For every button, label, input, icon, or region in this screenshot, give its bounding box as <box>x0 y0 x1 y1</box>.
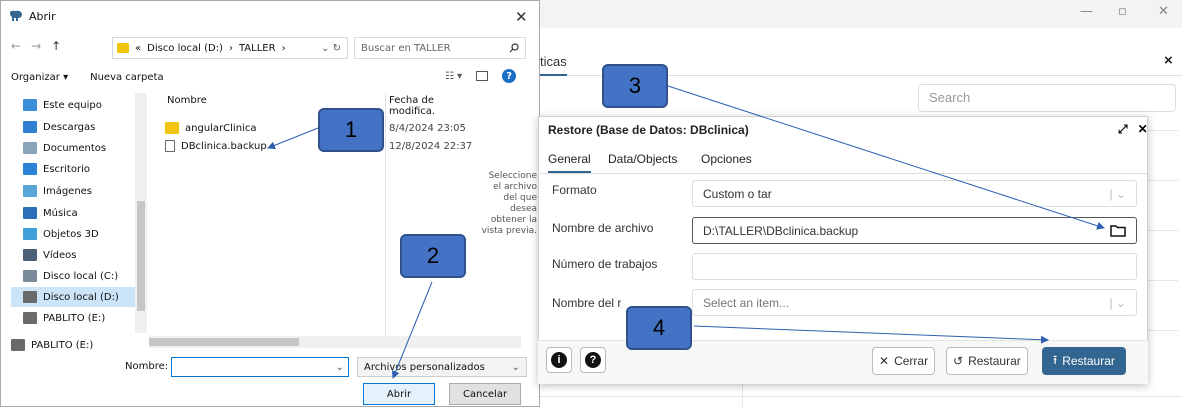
arrow-2 <box>391 281 433 379</box>
arrow-3 <box>667 85 1105 230</box>
arrow-1 <box>267 127 319 150</box>
callout-4: 4 <box>626 306 692 350</box>
callout-2: 2 <box>400 234 466 278</box>
callout-1: 1 <box>318 108 384 152</box>
arrow-4 <box>693 325 1049 344</box>
annotation-arrows <box>267 85 1105 379</box>
callout-3: 3 <box>602 64 668 108</box>
